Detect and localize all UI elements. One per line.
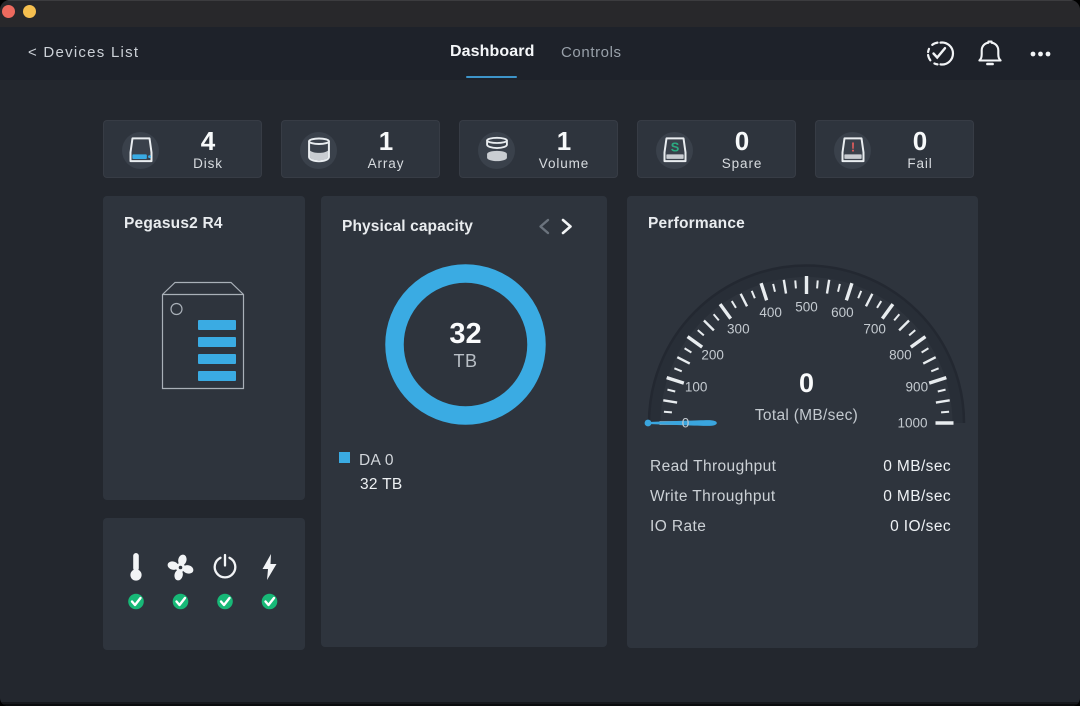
svg-text:500: 500	[795, 300, 818, 315]
svg-text:700: 700	[863, 322, 886, 337]
svg-text:800: 800	[889, 347, 912, 362]
svg-text:!: !	[850, 139, 854, 154]
svg-text:400: 400	[759, 305, 782, 320]
svg-text:300: 300	[727, 322, 750, 337]
svg-text:200: 200	[701, 347, 724, 362]
svg-text:600: 600	[831, 305, 854, 320]
svg-text:S: S	[670, 139, 679, 154]
